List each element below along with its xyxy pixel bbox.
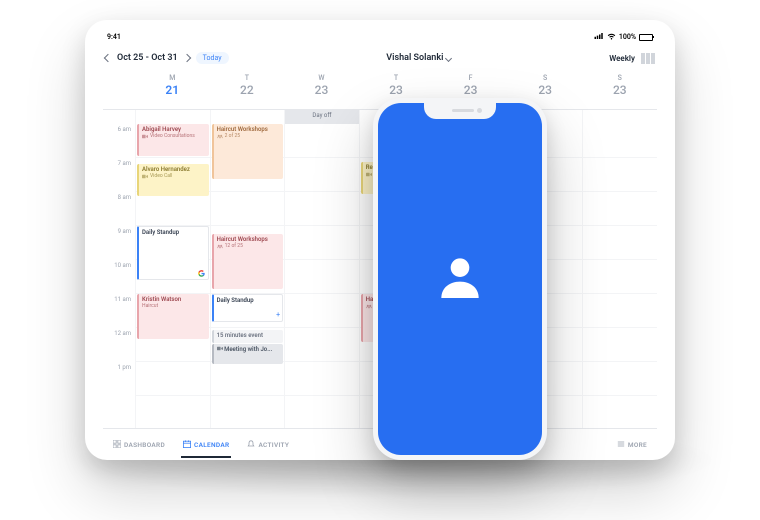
calendar-icon (183, 440, 191, 450)
phone-screen (378, 103, 542, 455)
menu-icon (617, 440, 625, 450)
battery-percent: 100% (619, 33, 636, 41)
user-selector[interactable]: Vishal Solanki (386, 53, 451, 63)
prev-week-button[interactable] (104, 54, 112, 62)
event-title: Meeting with Jo... (217, 346, 281, 353)
hour-label: 9 am (103, 226, 135, 260)
allday-cell (135, 110, 210, 124)
date-range[interactable]: Oct 25 - Oct 31 (117, 53, 178, 63)
event-title: Kristin Watson (142, 296, 206, 303)
event-subtitle: 12 of 25 (217, 243, 281, 249)
hour-label: 7 am (103, 158, 135, 192)
nav-dashboard-label: DASHBOARD (124, 441, 165, 449)
hour-label: 12 am (103, 328, 135, 362)
nav-more[interactable]: MORE (615, 432, 649, 458)
calendar-event[interactable]: 15 minutes event (212, 330, 284, 343)
day-number: 23 (582, 83, 657, 97)
calendar-event[interactable]: Haircut Workshops 2 of 25 (212, 124, 284, 179)
event-title: Alvaro Hernandez (142, 166, 206, 173)
wifi-icon (607, 33, 616, 42)
hour-label: 6 am (103, 124, 135, 158)
battery-icon (639, 34, 653, 41)
hour-label: 11 am (103, 294, 135, 328)
event-title: Daily Standup (217, 297, 280, 304)
days-header: M21T22W23T23F23S23S23 (103, 72, 657, 110)
day-of-week: T (210, 74, 285, 82)
calendar-event[interactable]: Daily Standup (137, 226, 209, 280)
day-of-week: T (359, 74, 434, 82)
view-toggle-icon[interactable] (641, 53, 655, 64)
grid-column[interactable]: Abigail Harvey Video Consultations Alvaro… (135, 124, 210, 428)
nav-more-label: MORE (628, 441, 647, 449)
day-of-week: W (284, 74, 359, 82)
calendar-event[interactable]: Haircut Workshops 12 of 25 (212, 234, 284, 289)
nav-activity[interactable]: ACTIVITY (245, 432, 291, 458)
grid-column[interactable] (582, 124, 657, 428)
grid-column[interactable] (284, 124, 359, 428)
day-column[interactable]: W23 (284, 72, 359, 109)
day-of-week: F (433, 74, 508, 82)
day-number: 23 (433, 83, 508, 97)
hours-column: 6 am7 am8 am9 am10 am11 am12 am1 pm (103, 124, 135, 428)
hour-label: 8 am (103, 192, 135, 226)
day-number: 22 (210, 83, 285, 97)
phone-device (373, 98, 547, 460)
event-subtitle: 2 of 25 (217, 133, 281, 139)
day-number: 23 (284, 83, 359, 97)
day-column[interactable]: S23 (582, 72, 657, 109)
chevron-down-icon (445, 54, 452, 61)
allday-cell (582, 110, 657, 124)
nav-activity-label: ACTIVITY (258, 441, 289, 449)
allday-cell (210, 110, 285, 124)
next-week-button[interactable] (182, 54, 190, 62)
status-time: 9:41 (107, 33, 121, 41)
day-column[interactable]: T22 (210, 72, 285, 109)
event-title: Abigail Harvey (142, 126, 206, 133)
bell-icon (247, 440, 255, 450)
dashboard-icon (113, 440, 121, 450)
calendar-event[interactable]: Alvaro Hernandez Video Call (137, 164, 209, 196)
hour-label: 10 am (103, 260, 135, 294)
calendar-event[interactable]: Kristin Watson Haircut (137, 294, 209, 339)
event-title: Daily Standup (142, 229, 205, 236)
day-number: 21 (135, 83, 210, 97)
view-mode-label[interactable]: Weekly (609, 54, 635, 63)
day-column[interactable]: M21 (135, 72, 210, 109)
phone-notch (424, 103, 496, 119)
status-right: 100% (594, 33, 653, 42)
nav-calendar[interactable]: CALENDAR (181, 432, 231, 458)
hour-label: 1 pm (103, 362, 135, 396)
nav-calendar-label: CALENDAR (194, 441, 229, 449)
signal-icon (594, 33, 604, 41)
day-of-week: M (135, 74, 210, 82)
allday-cell: Day off (284, 110, 359, 124)
person-icon (432, 249, 488, 309)
grid-column[interactable]: Haircut Workshops 2 of 25 Haircut Worksho… (210, 124, 285, 428)
event-subtitle: Haircut (142, 303, 206, 309)
calendar-event[interactable]: Abigail Harvey Video Consultations (137, 124, 209, 156)
today-button[interactable]: Today (196, 52, 229, 64)
day-of-week: S (582, 74, 657, 82)
day-number: 23 (359, 83, 434, 97)
status-bar: 9:41 100% (103, 30, 657, 44)
calendar-event[interactable]: Meeting with Jo... (212, 344, 284, 364)
day-number: 23 (508, 83, 583, 97)
event-subtitle: Video Call (142, 173, 206, 179)
nav-dashboard[interactable]: DASHBOARD (111, 432, 167, 458)
google-icon (198, 270, 205, 277)
event-title: 15 minutes event (217, 332, 281, 339)
calendar-event[interactable]: Daily Standup + (212, 294, 284, 322)
selected-user-name: Vishal Solanki (386, 53, 443, 63)
plus-icon: + (276, 311, 280, 319)
day-of-week: S (508, 74, 583, 82)
event-subtitle: Video Consultations (142, 133, 206, 139)
top-bar: Oct 25 - Oct 31 Today Vishal Solanki Wee… (103, 44, 657, 72)
